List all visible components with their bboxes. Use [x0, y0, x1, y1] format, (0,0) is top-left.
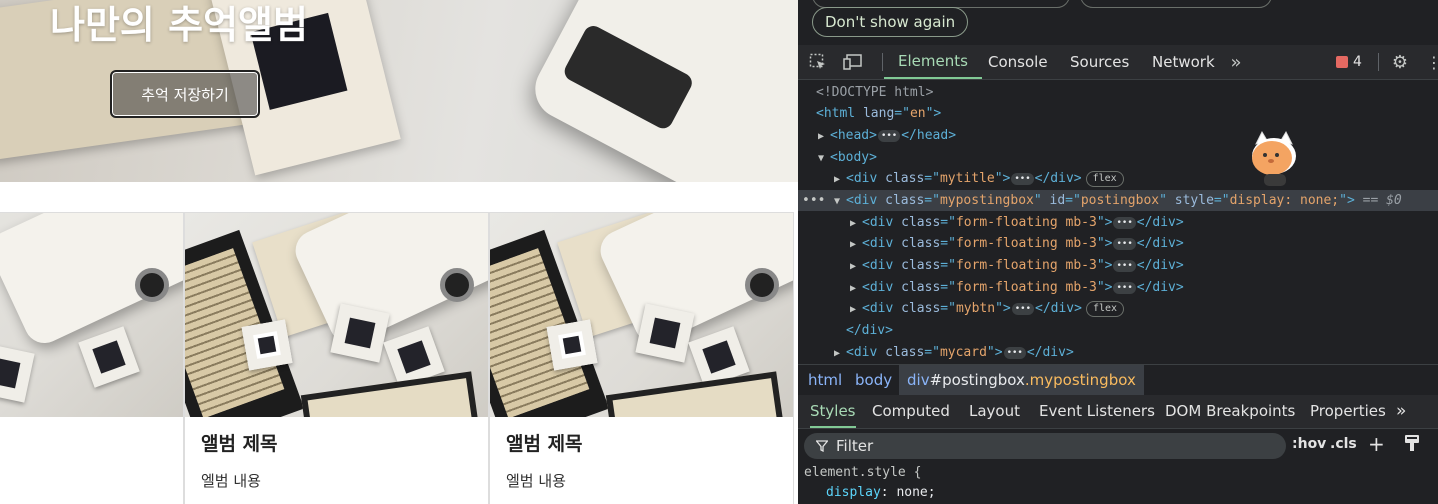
hero-banner: 나만의 추억앨범 추억 저장하기 — [0, 0, 798, 182]
tab-sources[interactable]: Sources — [1070, 45, 1129, 79]
computed-styles-paint-icon[interactable] — [1404, 434, 1420, 456]
card-image — [490, 213, 793, 417]
cat-mascot-icon — [1252, 130, 1296, 186]
subtab-computed[interactable]: Computed — [872, 395, 950, 428]
subtab-properties[interactable]: Properties — [1310, 395, 1386, 428]
hero-projector-decor — [524, 0, 798, 182]
dom-line-form-floating[interactable]: ▶ <div class="form-floating mb-3"> ••• </di… — [798, 277, 1438, 298]
dom-line-html[interactable]: <html lang="en"> — [798, 103, 1438, 124]
styles-filter-row: Filter :hov .cls + — [798, 429, 1438, 463]
collapse-triangle-icon[interactable]: ▼ — [818, 148, 830, 169]
card-title: 앨범 제목 — [506, 433, 583, 455]
more-subtabs-chevron-icon[interactable]: » — [1396, 395, 1406, 428]
hero-title: 나만의 추억앨범 — [50, 3, 308, 47]
card-image — [0, 213, 183, 417]
dom-tree: <!DOCTYPE html> <html lang="en"> ▶ <head>… — [798, 80, 1438, 364]
more-options-icon[interactable]: ⋮ — [1424, 52, 1438, 72]
issues-counter[interactable]: 4 — [1336, 54, 1362, 70]
tab-network[interactable]: Network — [1152, 45, 1215, 79]
collapsed-ellipsis[interactable]: ••• — [877, 129, 901, 142]
inspect-element-icon[interactable] — [808, 52, 828, 72]
dom-line-form-floating[interactable]: ▶ <div class="form-floating mb-3"> ••• </di… — [798, 233, 1438, 254]
dom-line-doctype[interactable]: <!DOCTYPE html> — [798, 82, 1438, 103]
breadcrumb-body[interactable]: body — [855, 365, 892, 395]
more-tabs-chevron-icon[interactable]: » — [1226, 52, 1246, 73]
dont-show-again-button[interactable]: Don't show again — [812, 7, 969, 37]
collapse-triangle-icon[interactable]: ▼ — [834, 191, 846, 212]
filter-funnel-icon — [816, 440, 828, 452]
settings-gear-icon[interactable]: ⚙ — [1390, 52, 1410, 73]
dom-line-head[interactable]: ▶ <head> ••• </head> — [798, 125, 1438, 146]
dom-line-form-floating[interactable]: ▶ <div class="form-floating mb-3"> ••• </di… — [798, 255, 1438, 276]
subtab-styles[interactable]: Styles — [810, 395, 856, 428]
styles-filter-input[interactable]: Filter — [804, 433, 1286, 459]
dom-line-body[interactable]: ▼ <body> — [798, 147, 1438, 168]
card-body: 앨범 제목 엘범 내용 — [506, 429, 583, 491]
node-actions-dots-icon[interactable]: ••• — [802, 190, 825, 211]
flex-badge[interactable]: flex — [1085, 300, 1125, 317]
card-text: 엘범 내용 — [506, 472, 566, 490]
album-card[interactable]: 앨범 제목 엘범 내용 — [184, 212, 489, 504]
new-style-rule-plus-icon[interactable]: + — [1368, 432, 1385, 456]
style-declaration[interactable]: display: none; — [826, 485, 936, 500]
flex-badge[interactable]: flex — [1085, 170, 1124, 187]
style-rule-selector: element.style { — [804, 465, 922, 480]
tab-elements[interactable]: Elements — [884, 45, 982, 79]
breadcrumb-selected-div[interactable]: div#postingbox.mypostingbox — [899, 365, 1144, 395]
dom-line-form-floating[interactable]: ▶ <div class="form-floating mb-3"> ••• </di… — [798, 212, 1438, 233]
issue-flag-icon — [1336, 56, 1348, 68]
devtools-banner: Don't show again — [798, 0, 1438, 45]
card-image — [185, 213, 488, 417]
card-text: 엘범 내용 — [201, 472, 261, 490]
dom-line-mytitle[interactable]: ▶ <div class="mytitle"> ••• </div> flex — [798, 168, 1438, 189]
tab-console[interactable]: Console — [988, 45, 1048, 79]
save-memory-button[interactable]: 추억 저장하기 — [110, 70, 260, 118]
dom-line-mybtn[interactable]: ▶ <div class="mybtn"> ••• </div> flex — [798, 298, 1438, 319]
card-title: 앨범 제목 — [201, 433, 278, 455]
dom-line-postingbox-selected[interactable]: ••• ▼ <div class="mypostingbox" id="posti… — [798, 190, 1438, 211]
album-card[interactable] — [0, 212, 184, 504]
expand-triangle-icon[interactable]: ▶ — [818, 126, 830, 147]
issues-count: 4 — [1353, 54, 1362, 70]
card-body: 앨범 제목 엘범 내용 — [201, 429, 278, 491]
banner-button-partial[interactable] — [1080, 0, 1272, 8]
class-toggle[interactable]: .cls — [1330, 436, 1357, 452]
album-card[interactable]: 앨범 제목 엘범 내용 — [489, 212, 794, 504]
subtab-dom-breakpoints[interactable]: DOM Breakpoints — [1165, 395, 1295, 428]
web-page: 나만의 추억앨범 추억 저장하기 앨범 제목 엘범 내용 앨범 제목 엘범 내용 — [0, 0, 798, 504]
dom-line-div-close[interactable]: </div> — [798, 320, 1438, 341]
breadcrumb-html[interactable]: html — [808, 365, 842, 395]
subtab-layout[interactable]: Layout — [969, 395, 1020, 428]
styles-pane: element.style { display: none; — [798, 463, 1438, 504]
hover-state-toggle[interactable]: :hov — [1292, 436, 1326, 452]
expand-triangle-icon[interactable]: ▶ — [834, 169, 846, 190]
styles-subtabs: Styles Computed Layout Event Listeners D… — [798, 395, 1438, 429]
devtools-panel: Don't show again Elements Console Source… — [798, 0, 1438, 504]
breadcrumb: html body div#postingbox.mypostingbox — [798, 364, 1438, 396]
devtools-toolbar: Elements Console Sources Network » 4 ⚙ ⋮ — [798, 45, 1438, 80]
subtab-event-listeners[interactable]: Event Listeners — [1039, 395, 1155, 428]
device-toolbar-icon[interactable] — [843, 52, 863, 72]
dom-line-mycard[interactable]: ▶ <div class="mycard"> ••• </div> — [798, 342, 1438, 363]
